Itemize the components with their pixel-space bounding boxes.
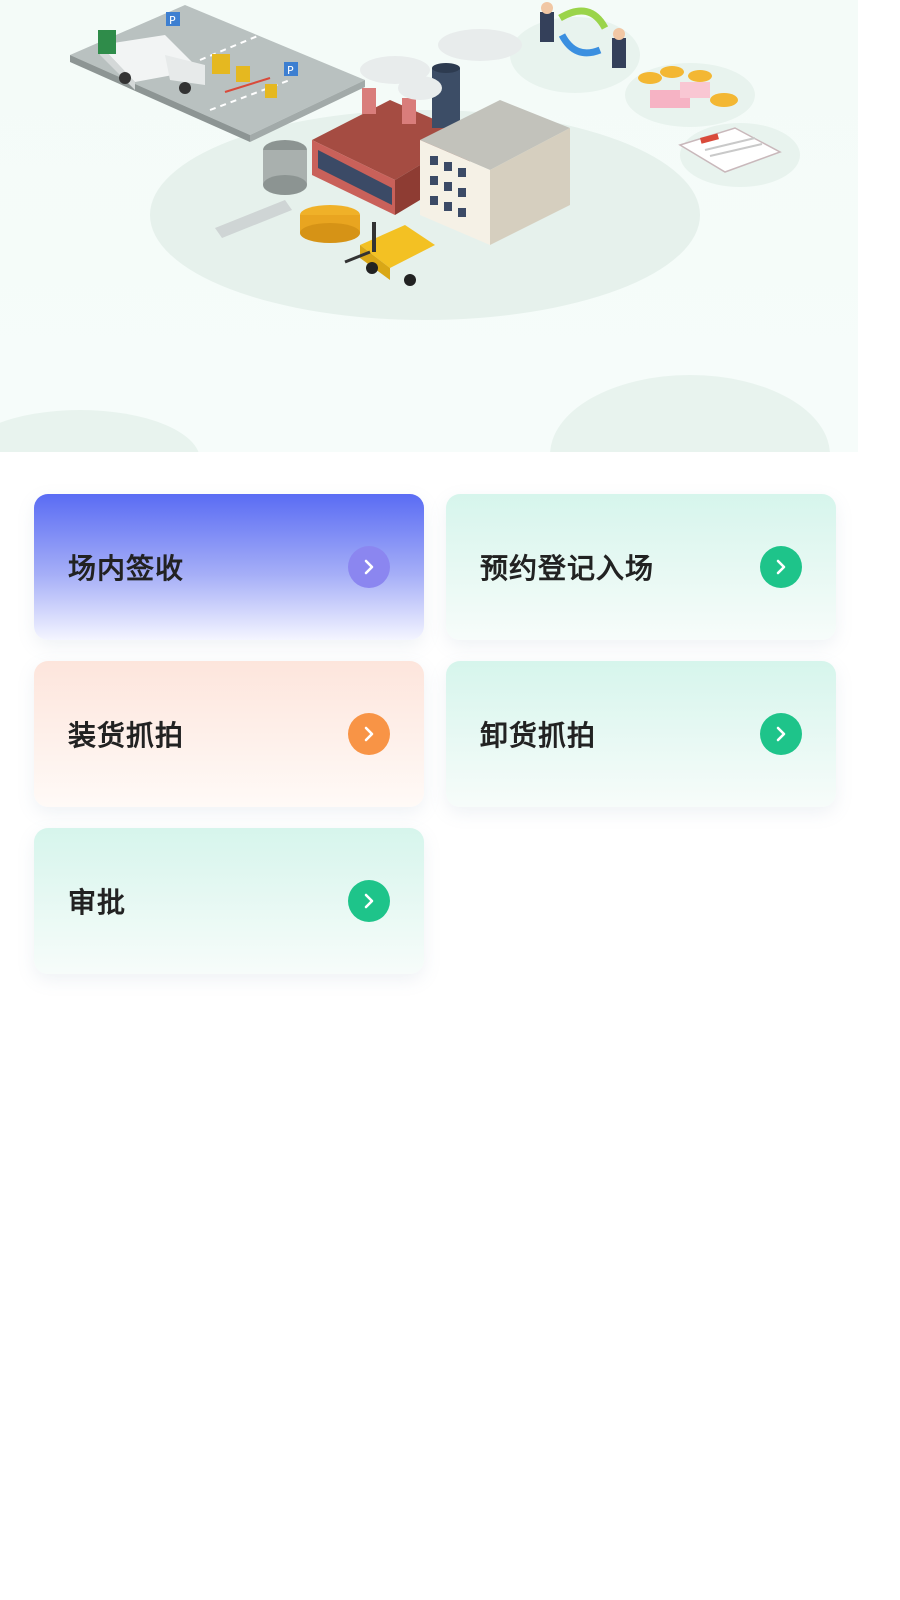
chevron-right-icon[interactable] — [760, 546, 802, 588]
hero-banner: P P — [0, 0, 858, 452]
svg-text:P: P — [287, 64, 294, 77]
menu-card-unloading-capture[interactable]: 卸货抓拍 — [446, 661, 836, 807]
page: P P 场内签收 预约登记入场 装货抓拍 卸货抓拍 审批 — [0, 0, 900, 1600]
menu-card-approval[interactable]: 审批 — [34, 828, 424, 974]
chevron-right-icon[interactable] — [760, 713, 802, 755]
menu-card-loading-capture[interactable]: 装货抓拍 — [34, 661, 424, 807]
menu-card-appointment-registration[interactable]: 预约登记入场 — [446, 494, 836, 640]
svg-text:P: P — [169, 14, 176, 27]
menu-card-label: 审批 — [68, 886, 127, 919]
menu-card-label: 装货抓拍 — [68, 719, 185, 752]
chevron-right-icon[interactable] — [348, 713, 390, 755]
chevron-right-icon[interactable] — [348, 546, 390, 588]
menu-card-label: 预约登记入场 — [480, 552, 655, 585]
factory-logistics-illustration: P P — [0, 2, 830, 452]
menu-card-onsite-signoff[interactable]: 场内签收 — [34, 494, 424, 640]
menu-card-label: 卸货抓拍 — [480, 719, 597, 752]
chevron-right-icon[interactable] — [348, 880, 390, 922]
menu-card-label: 场内签收 — [68, 552, 185, 585]
